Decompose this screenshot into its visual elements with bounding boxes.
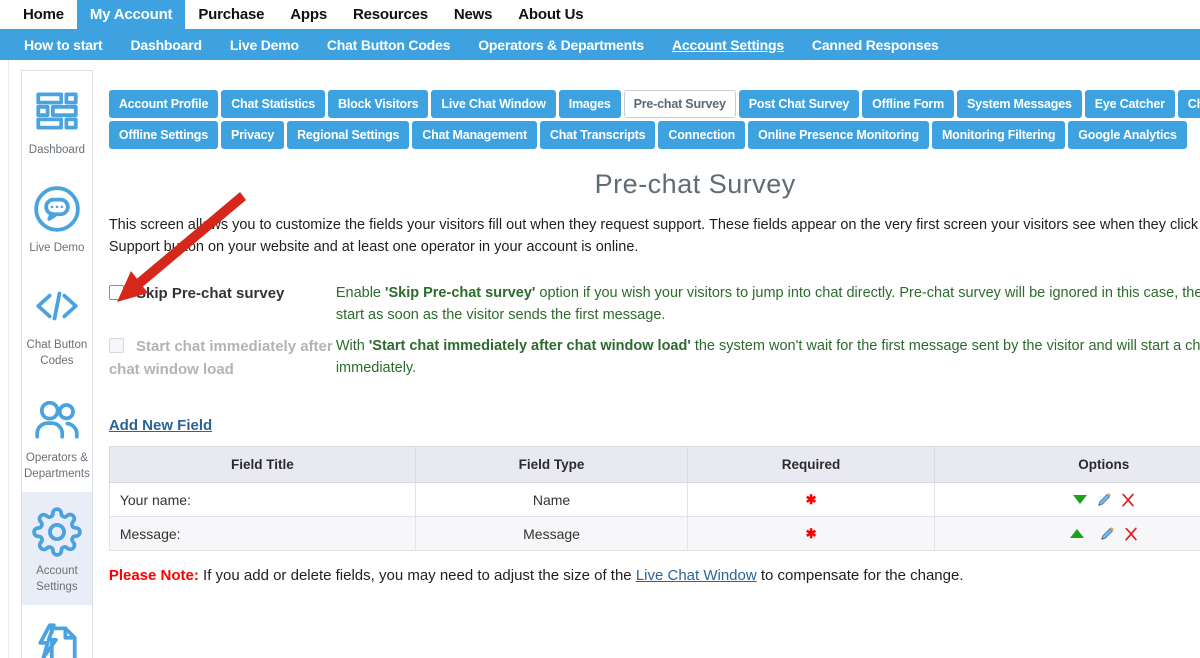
top-menu-my-account[interactable]: My Account <box>77 0 185 29</box>
page-title: Pre-chat Survey <box>109 169 1200 200</box>
sidebar-item-account-settings[interactable]: Account Settings <box>22 492 92 605</box>
tab-online-presence-monitoring[interactable]: Online Presence Monitoring <box>748 121 929 149</box>
col-field-title: Field Title <box>109 447 415 483</box>
nav-live-demo[interactable]: Live Demo <box>216 29 313 60</box>
skip-prechat-description: Enable 'Skip Pre-chat survey' option if … <box>336 283 1200 327</box>
nav-operators-departments[interactable]: Operators & Departments <box>464 29 658 60</box>
move-down-icon[interactable] <box>1073 495 1087 504</box>
tab-chat-invitation[interactable]: Chat Invitation <box>1178 90 1200 118</box>
col-field-type: Field Type <box>415 447 687 483</box>
edit-pencil-icon[interactable] <box>1099 526 1115 542</box>
dashboard-icon <box>32 86 82 136</box>
tab-eye-catcher[interactable]: Eye Catcher <box>1085 90 1175 118</box>
start-chat-checkbox[interactable] <box>109 338 124 353</box>
start-chat-option: Start chat immediately after chat window… <box>109 336 336 381</box>
col-required: Required <box>688 447 935 483</box>
tab-chat-management[interactable]: Chat Management <box>412 121 537 149</box>
live-chat-window-link[interactable]: Live Chat Window <box>636 567 757 584</box>
tab-system-messages[interactable]: System Messages <box>957 90 1082 118</box>
users-icon <box>32 394 82 444</box>
required-asterisk: ✱ <box>806 526 817 541</box>
tab-monitoring-filtering[interactable]: Monitoring Filtering <box>932 121 1065 149</box>
sidebar-item-dashboard[interactable]: Dashboard <box>22 71 92 169</box>
tab-chat-transcripts[interactable]: Chat Transcripts <box>540 121 655 149</box>
intro-text: This screen allows you to customize the … <box>109 214 1200 259</box>
top-menu-apps[interactable]: Apps <box>277 0 340 29</box>
top-menu-home[interactable]: Home <box>10 0 77 29</box>
tab-privacy[interactable]: Privacy <box>221 121 284 149</box>
live-demo-icon <box>32 184 82 234</box>
sidebar-item-operators-departments[interactable]: Operators & Departments <box>22 379 92 492</box>
settings-tabs-row2: Offline Settings Privacy Regional Settin… <box>109 121 1200 149</box>
tab-pre-chat-survey[interactable]: Pre-chat Survey <box>624 90 736 118</box>
tab-chat-statistics[interactable]: Chat Statistics <box>221 90 325 118</box>
table-header-row: Field Title Field Type Required Options <box>109 447 1200 483</box>
field-title-cell: Message: <box>109 517 415 551</box>
sidebar-item-canned-responses[interactable]: Canned Responses <box>22 605 92 658</box>
top-menu-news[interactable]: News <box>441 0 505 29</box>
field-type-cell: Message <box>415 517 687 551</box>
account-nav-bar: How to start Dashboard Live Demo Chat Bu… <box>0 29 1200 60</box>
col-options: Options <box>934 447 1200 483</box>
move-up-icon[interactable] <box>1070 529 1084 538</box>
top-menu-bar: Home My Account Purchase Apps Resources … <box>0 0 1200 29</box>
nav-canned-responses[interactable]: Canned Responses <box>798 29 953 60</box>
skip-prechat-label: Skip Pre-chat survey <box>136 285 284 302</box>
tab-regional-settings[interactable]: Regional Settings <box>287 121 409 149</box>
field-title-cell: Your name: <box>109 483 415 517</box>
top-menu-purchase[interactable]: Purchase <box>185 0 277 29</box>
tab-live-chat-window[interactable]: Live Chat Window <box>431 90 555 118</box>
skip-prechat-checkbox[interactable] <box>109 285 124 300</box>
nav-how-to-start[interactable]: How to start <box>10 29 117 60</box>
required-asterisk: ✱ <box>806 492 817 507</box>
start-chat-description: With 'Start chat immediately after chat … <box>336 336 1200 381</box>
lightning-page-icon <box>32 620 82 658</box>
gear-icon <box>32 507 82 557</box>
nav-dashboard[interactable]: Dashboard <box>117 29 216 60</box>
tab-block-visitors[interactable]: Block Visitors <box>328 90 428 118</box>
tab-account-profile[interactable]: Account Profile <box>109 90 218 118</box>
sidebar-item-live-demo[interactable]: Live Demo <box>22 169 92 267</box>
tab-images[interactable]: Images <box>559 90 621 118</box>
tab-post-chat-survey[interactable]: Post Chat Survey <box>739 90 859 118</box>
skip-prechat-row: Skip Pre-chat survey Enable 'Skip Pre-ch… <box>109 283 1200 327</box>
tab-connection[interactable]: Connection <box>658 121 745 149</box>
sidebar-item-chat-button-codes[interactable]: Chat Button Codes <box>22 266 92 379</box>
please-note-text: Please Note: If you add or delete fields… <box>109 567 1200 584</box>
top-menu-about-us[interactable]: About Us <box>505 0 596 29</box>
code-icon <box>32 281 82 331</box>
table-row: Your name: Name ✱ <box>109 483 1200 517</box>
nav-account-settings[interactable]: Account Settings <box>658 29 798 60</box>
tab-offline-settings[interactable]: Offline Settings <box>109 121 218 149</box>
edit-pencil-icon[interactable] <box>1096 492 1112 508</box>
content-area: Dashboard Live Demo Chat Button Codes Op… <box>8 60 1200 658</box>
tab-google-analytics[interactable]: Google Analytics <box>1068 121 1186 149</box>
delete-x-icon[interactable] <box>1121 493 1135 507</box>
tab-offline-form[interactable]: Offline Form <box>862 90 954 118</box>
start-chat-row: Start chat immediately after chat window… <box>109 336 1200 381</box>
table-row: Message: Message ✱ <box>109 517 1200 551</box>
add-new-field-link[interactable]: Add New Field <box>109 417 212 434</box>
settings-tabs-row1: Account Profile Chat Statistics Block Vi… <box>109 90 1200 118</box>
field-type-cell: Name <box>415 483 687 517</box>
fields-table: Field Title Field Type Required Options … <box>109 446 1200 551</box>
skip-prechat-option: Skip Pre-chat survey <box>109 283 336 327</box>
top-menu-resources[interactable]: Resources <box>340 0 441 29</box>
delete-x-icon[interactable] <box>1124 527 1138 541</box>
main-panel: Account Profile Chat Statistics Block Vi… <box>93 60 1200 658</box>
sidebar: Dashboard Live Demo Chat Button Codes Op… <box>21 70 93 658</box>
nav-chat-button-codes[interactable]: Chat Button Codes <box>313 29 464 60</box>
start-chat-label: Start chat immediately after chat window… <box>109 338 333 378</box>
